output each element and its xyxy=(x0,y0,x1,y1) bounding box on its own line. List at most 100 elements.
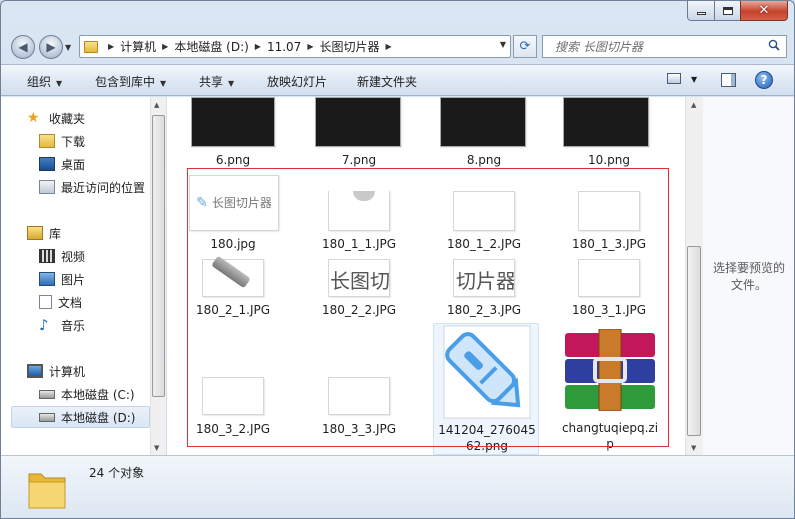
refresh-icon: ⟳ xyxy=(519,39,531,54)
downloads-folder-icon xyxy=(39,134,55,148)
view-options-dropdown-icon[interactable]: ▼ xyxy=(691,75,697,84)
breadcrumb-separator-icon[interactable]: ▶ xyxy=(307,42,313,51)
refresh-button[interactable]: ⟳ xyxy=(513,35,537,58)
breadcrumb-separator-icon[interactable]: ▶ xyxy=(385,42,391,51)
sidebar-item-drive-d[interactable]: 本地磁盘 (D:) xyxy=(11,406,150,428)
system-drive-icon xyxy=(39,389,55,399)
share-menu[interactable]: 共享 ▼ xyxy=(199,73,234,90)
maximize-icon xyxy=(722,6,733,15)
sidebar-item-documents[interactable]: 文档 xyxy=(39,291,82,313)
file-name: 180_1_1.JPG xyxy=(321,237,397,251)
breadcrumb-drive-d[interactable]: 本地磁盘 (D:) xyxy=(174,38,248,55)
file-name: 180_1_2.JPG xyxy=(446,237,522,251)
search-icon[interactable] xyxy=(768,39,780,51)
sidebar-item-downloads[interactable]: 下载 xyxy=(39,130,85,152)
file-name: 6.png xyxy=(215,153,251,167)
sidebar-item-label: 计算机 xyxy=(49,364,86,379)
maximize-button[interactable] xyxy=(714,1,741,21)
file-name: 180_3_1.JPG xyxy=(571,303,647,317)
scroll-up-icon[interactable]: ▲ xyxy=(691,101,696,109)
scroll-down-icon[interactable]: ▼ xyxy=(154,444,159,452)
item-count: 24 个对象 xyxy=(89,466,145,480)
thumbnail-text: 长图切 xyxy=(330,269,390,293)
chevron-down-icon: ▼ xyxy=(56,79,63,88)
documents-icon xyxy=(39,295,52,309)
sidebar-item-libraries[interactable]: 库 xyxy=(27,222,61,244)
sidebar-item-recent[interactable]: 最近访问的位置 xyxy=(39,176,145,198)
sidebar-item-computer[interactable]: 计算机 xyxy=(27,360,85,382)
address-dropdown-icon[interactable]: ▼ xyxy=(500,40,506,49)
file-view-scroll-thumb[interactable] xyxy=(687,246,701,436)
image-thumbnail: 长图切 xyxy=(328,259,390,297)
share-label: 共享 xyxy=(199,75,224,89)
breadcrumb-computer[interactable]: 计算机 xyxy=(120,38,156,55)
organize-menu[interactable]: 组织 ▼ xyxy=(27,73,62,90)
sidebar-item-label: 音乐 xyxy=(61,318,86,333)
screenshot-thumbnail xyxy=(563,97,649,147)
image-thumbnail xyxy=(578,191,640,231)
pen-app-icon xyxy=(443,325,531,419)
image-thumbnail xyxy=(202,377,264,415)
file-name: 180_1_3.JPG xyxy=(571,237,647,251)
forward-button[interactable]: ▶ xyxy=(39,35,63,59)
preview-message-line1: 选择要预览的 xyxy=(712,261,785,275)
breadcrumb-separator-icon[interactable]: ▶ xyxy=(162,42,168,51)
scroll-down-icon[interactable]: ▼ xyxy=(691,444,696,452)
breadcrumb-separator-icon[interactable]: ▶ xyxy=(255,42,261,51)
slideshow-button[interactable]: 放映幻灯片 xyxy=(267,73,327,90)
slice-fragment-icon xyxy=(353,191,375,201)
image-thumbnail: ✎ 长图切片器 xyxy=(189,175,279,231)
sidebar-item-favorites[interactable]: ★ 收藏夹 xyxy=(27,107,85,129)
image-thumbnail xyxy=(453,191,515,231)
sidebar-item-label: 本地磁盘 (D:) xyxy=(61,410,136,425)
screenshot-thumbnail xyxy=(191,97,275,147)
new-folder-label: 新建文件夹 xyxy=(357,75,418,89)
help-icon[interactable]: ? xyxy=(755,71,773,89)
preview-message-line2: 文件。 xyxy=(730,278,767,292)
close-button[interactable]: ✕ xyxy=(740,1,788,21)
navigation-pane-scroll-thumb[interactable] xyxy=(152,115,165,397)
search-input[interactable]: 搜索 长图切片器 xyxy=(542,35,787,58)
file-name-line2: p xyxy=(606,437,614,451)
file-name: changtuqiepq.zi xyxy=(561,421,659,435)
image-thumbnail xyxy=(328,191,390,231)
image-thumbnail xyxy=(328,377,390,415)
breadcrumb-folder-1107[interactable]: 11.07 xyxy=(267,40,301,54)
sidebar-item-label: 下载 xyxy=(61,134,86,149)
sidebar-item-videos[interactable]: 视频 xyxy=(39,245,85,267)
back-button[interactable]: ◀ xyxy=(11,35,35,59)
minimize-button[interactable] xyxy=(687,1,715,21)
include-library-menu[interactable]: 包含到库中 ▼ xyxy=(95,73,166,90)
knife-icon xyxy=(211,255,251,289)
sidebar-item-label: 图片 xyxy=(61,272,86,287)
drive-icon xyxy=(39,412,55,422)
sidebar-item-desktop[interactable]: 桌面 xyxy=(39,153,85,175)
breadcrumb-separator-icon[interactable]: ▶ xyxy=(108,42,114,51)
preview-pane-icon[interactable] xyxy=(721,73,736,87)
sidebar-item-drive-c[interactable]: 本地磁盘 (C:) xyxy=(39,383,135,405)
back-arrow-icon: ◀ xyxy=(18,40,28,54)
file-name: 180.jpg xyxy=(210,237,256,251)
file-name: 180_2_1.JPG xyxy=(195,303,271,317)
breadcrumb-current-folder[interactable]: 长图切片器 xyxy=(319,38,379,55)
change-view-icon[interactable] xyxy=(667,73,681,84)
sidebar-item-pictures[interactable]: 图片 xyxy=(39,268,85,290)
image-thumbnail: 切片器 xyxy=(453,259,515,297)
sidebar-item-label: 本地磁盘 (C:) xyxy=(61,387,135,402)
navigation-pane: ★ 收藏夹 下载 桌面 最近访问的位置 库 视频 图片 文档 ♪ 音乐 计算机 本地 xyxy=(1,97,150,455)
computer-icon xyxy=(27,364,43,378)
address-bar[interactable]: ▶ 计算机 ▶ 本地磁盘 (D:) ▶ 11.07 ▶ 长图切片器 ▶ ▼ xyxy=(79,35,511,58)
explorer-window: ✕ ◀ ▶ ▼ ▶ 计算机 ▶ 本地磁盘 (D:) ▶ 11.07 ▶ 长图切片… xyxy=(0,0,795,519)
new-folder-button[interactable]: 新建文件夹 xyxy=(357,73,417,90)
library-icon xyxy=(27,226,43,240)
thumbnail-text: 长图切片器 xyxy=(211,196,272,210)
details-pane: 24 个对象 xyxy=(1,455,794,518)
search-placeholder: 搜索 长图切片器 xyxy=(555,40,643,54)
folder-icon xyxy=(28,473,66,509)
file-item-hovered[interactable]: 141204_276045 62.png xyxy=(433,323,539,455)
scroll-up-icon[interactable]: ▲ xyxy=(154,101,159,109)
sidebar-item-music[interactable]: ♪ 音乐 xyxy=(39,314,85,336)
recent-pages-dropdown[interactable]: ▼ xyxy=(65,43,71,52)
winrar-archive-icon xyxy=(565,329,655,411)
file-name: 180_3_3.JPG xyxy=(321,422,397,436)
